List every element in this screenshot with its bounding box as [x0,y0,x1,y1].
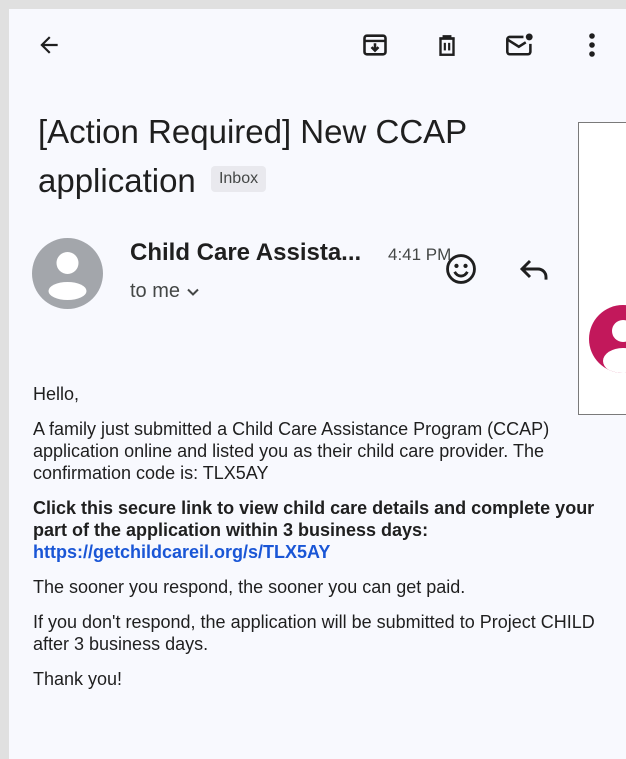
person-icon [48,252,87,300]
inbox-label-chip[interactable]: Inbox [210,166,267,193]
overlay-card [578,122,626,415]
reply-icon [519,259,548,280]
email-subject: [Action Required] New CCAP application I… [38,107,558,205]
arrow-left-icon [40,36,58,54]
reply-button[interactable] [512,247,556,291]
email-body: Hello, A family just submitted a Child C… [33,383,603,703]
email-view: [Action Required] New CCAP application I… [9,9,626,759]
confirmation-code: TLX5AY [202,463,269,483]
archive-icon [363,34,387,56]
mail-unread-icon [506,33,533,56]
add-reaction-button[interactable] [439,247,483,291]
body-paragraph-cta: Click this secure link to view child car… [33,497,603,563]
back-button[interactable] [29,25,69,65]
intro-text: A family just submitted a Child Care Ass… [33,419,550,483]
recipient-details-toggle[interactable]: to me [130,280,200,303]
trash-icon [439,35,455,56]
sender-name[interactable]: Child Care Assista... [130,239,361,267]
secure-link[interactable]: https://getchildcareil.org/s/TLX5AY [33,542,330,562]
cta-text: Click this secure link to view child car… [33,498,595,540]
closing-text: Thank you! [33,669,123,689]
more-vert-icon [589,33,595,57]
archive-button[interactable] [355,25,395,65]
chevron-down-icon [187,288,199,296]
greeting: Hello, [33,384,80,404]
body-paragraph-payment: The sooner you respond, the sooner you c… [33,577,466,597]
delete-button[interactable] [427,25,467,65]
recipient-label: to me [130,280,181,302]
mark-unread-button[interactable] [500,25,540,65]
body-paragraph-deadline: If you don't respond, the application wi… [33,612,595,654]
more-options-button[interactable] [572,25,612,65]
emoji-icon [446,254,476,284]
profile-badge-icon [589,305,626,373]
top-toolbar [9,9,626,81]
body-paragraph-intro: A family just submitted a Child Care Ass… [33,418,603,484]
sender-avatar[interactable] [32,238,103,309]
